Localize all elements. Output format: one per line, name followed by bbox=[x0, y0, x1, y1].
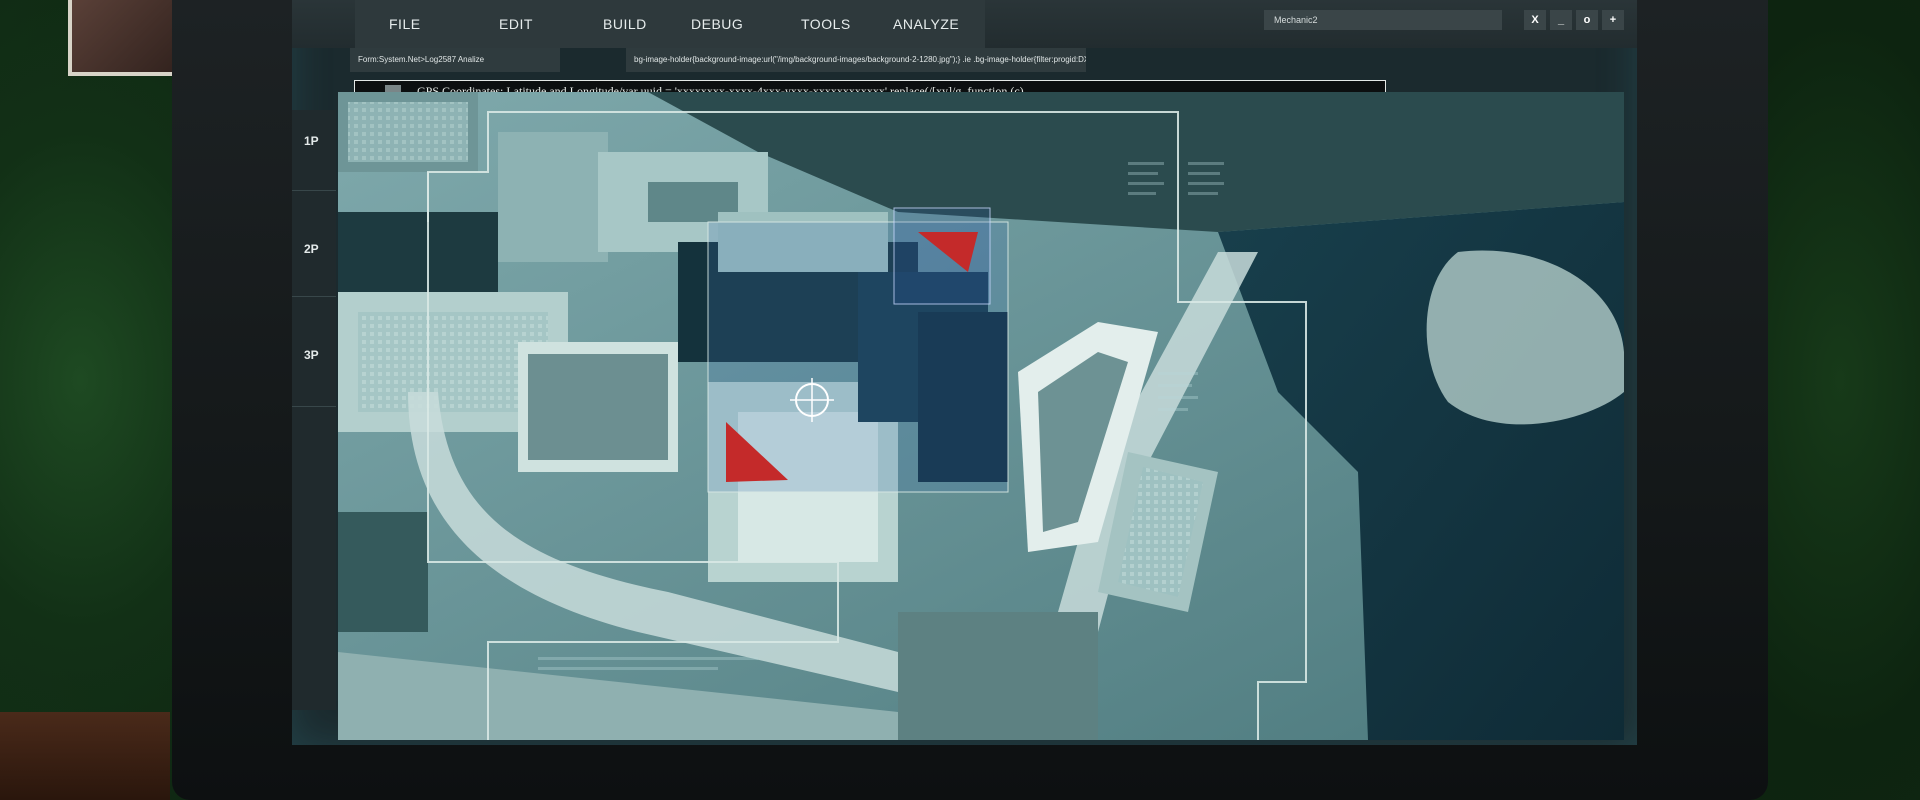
add-button[interactable]: + bbox=[1602, 10, 1624, 30]
tab-css-source[interactable]: bg-image-holder{background-image:url("/i… bbox=[626, 48, 1086, 72]
menu-group: FILE EDIT BUILD DEBUG TOOLS ANALYZE bbox=[355, 0, 985, 48]
target-zone[interactable] bbox=[893, 207, 991, 305]
level-rail: 1P 2P 3P bbox=[292, 110, 336, 710]
map-building-roof bbox=[528, 354, 668, 460]
menu-file[interactable]: FILE bbox=[389, 16, 421, 32]
level-3p[interactable]: 3P bbox=[304, 348, 319, 362]
satellite-map[interactable] bbox=[338, 92, 1624, 740]
map-building bbox=[498, 132, 608, 262]
rail-divider bbox=[292, 190, 336, 191]
menu-debug[interactable]: DEBUG bbox=[691, 16, 743, 32]
restore-button[interactable]: o bbox=[1576, 10, 1598, 30]
menu-analyze[interactable]: ANALYZE bbox=[893, 16, 959, 32]
map-building bbox=[348, 102, 468, 162]
level-1p[interactable]: 1P bbox=[304, 134, 319, 148]
menu-build[interactable]: BUILD bbox=[603, 16, 647, 32]
minimize-button[interactable]: _ bbox=[1550, 10, 1572, 30]
map-vegetation bbox=[338, 512, 428, 632]
map-ground-patch bbox=[898, 612, 1098, 740]
map-dark-block bbox=[338, 212, 498, 302]
level-2p[interactable]: 2P bbox=[304, 242, 319, 256]
rail-divider bbox=[292, 296, 336, 297]
desk-edge bbox=[0, 712, 170, 800]
menu-tools[interactable]: TOOLS bbox=[801, 16, 851, 32]
close-button[interactable]: X bbox=[1524, 10, 1546, 30]
satellite-map-image bbox=[338, 92, 1624, 740]
tab-log-analize[interactable]: Form:System.Net>Log2587 Analize bbox=[350, 48, 560, 72]
menu-bar: FILE EDIT BUILD DEBUG TOOLS ANALYZE Mech… bbox=[292, 0, 1637, 48]
rail-divider bbox=[292, 406, 336, 407]
menu-edit[interactable]: EDIT bbox=[499, 16, 533, 32]
monitor-screen: FILE EDIT BUILD DEBUG TOOLS ANALYZE Mech… bbox=[292, 0, 1637, 745]
window-title: Mechanic2 bbox=[1264, 10, 1502, 30]
